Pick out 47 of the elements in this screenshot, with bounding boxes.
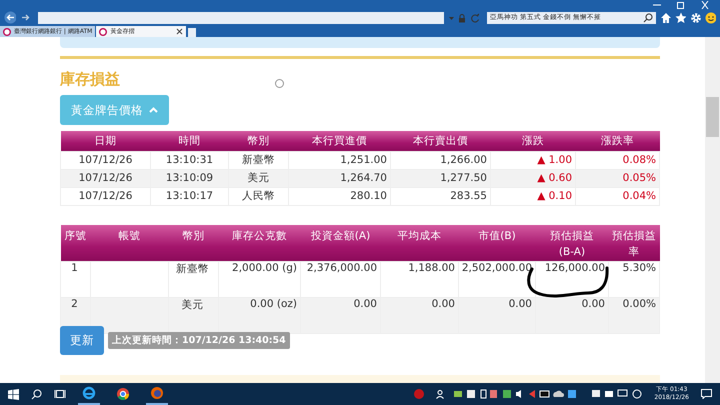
last-updated-label: 上次更新時間：107/12/26 13:40:54	[108, 332, 290, 349]
table-cell: ▲ 0.60	[490, 169, 576, 187]
table-cell: 1,264.70	[288, 169, 390, 187]
table-cell: 美元	[168, 298, 218, 334]
table-cell: 1	[60, 262, 90, 298]
column-header: 序號	[60, 224, 90, 262]
column-header: 幣別	[168, 224, 218, 262]
table-cell: 美元	[228, 169, 288, 187]
table-cell: 0.00%	[608, 298, 660, 334]
column-header: 本行買進價	[288, 131, 390, 151]
table-cell: 0.05%	[576, 169, 660, 187]
table-cell: ▲ 0.10	[490, 187, 576, 205]
column-header: 漲跌	[490, 131, 576, 151]
table-cell: 283.55	[390, 187, 490, 205]
table-cell: ▲ 1.00	[490, 151, 576, 169]
table-cell: 107/12/26	[60, 151, 150, 169]
column-header: 市值(B)	[458, 224, 536, 262]
column-header: 時間	[150, 131, 228, 151]
table-cell: 13:10:17	[150, 187, 228, 205]
section-title: 庫存損益	[60, 70, 120, 88]
column-header: 投資金額(A)	[300, 224, 380, 262]
table-cell: 13:10:31	[150, 151, 228, 169]
table-cell: 107/12/26	[60, 187, 150, 205]
table-cell: 107/12/26	[60, 169, 150, 187]
table-cell: 0.00 (oz)	[218, 298, 300, 334]
table-cell: 人民幣	[228, 187, 288, 205]
table-cell: 1,251.00	[288, 151, 390, 169]
table-cell: 1,277.50	[390, 169, 490, 187]
column-header: 幣別	[228, 131, 288, 151]
table-cell: 0.04%	[576, 187, 660, 205]
column-header: 庫存公克數	[218, 224, 300, 262]
table-cell: 0.00	[300, 298, 380, 334]
table-cell: 13:10:09	[150, 169, 228, 187]
table-cell: 0.00	[536, 298, 608, 334]
table-cell: 0.08%	[576, 151, 660, 169]
table-cell: 1,266.00	[390, 151, 490, 169]
column-header: 漲跌率	[576, 131, 660, 151]
column-header: 預估損益 (B-A)	[536, 224, 608, 262]
table-cell: 0.00	[458, 298, 536, 334]
table-cell: 280.10	[288, 187, 390, 205]
column-header: 平均成本	[380, 224, 458, 262]
column-header: 本行賣出價	[390, 131, 490, 151]
column-header: 預估損益率	[608, 224, 660, 262]
table-cell: 0.00	[380, 298, 458, 334]
column-header: 日期	[60, 131, 150, 151]
table-cell: 新臺幣	[228, 151, 288, 169]
column-header: 帳號	[90, 224, 168, 262]
